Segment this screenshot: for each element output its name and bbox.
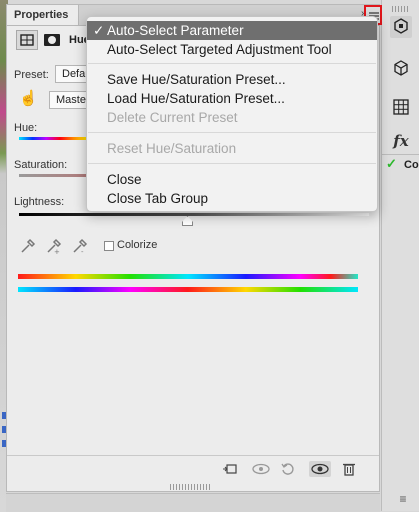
menu-item-load-preset[interactable]: Load Hue/Saturation Preset... [87,89,377,108]
menu-separator [88,132,376,133]
lightness-label: Lightness: [14,196,65,208]
menu-item-auto-select-parameter[interactable]: ✓ Auto-Select Parameter [87,21,377,40]
hue-label: Hue: [14,122,38,134]
preset-label: Preset: [14,69,49,81]
3d-cube-icon[interactable] [390,58,412,80]
reset-icon[interactable] [279,461,297,477]
menu-item-close-tab-group[interactable]: Close Tab Group [87,189,377,208]
panel-bottom-toolbar [7,455,379,482]
adjustment-grid-icon[interactable] [16,30,38,50]
trash-icon[interactable] [340,461,358,477]
right-panel-dock: fx ✓ Co ≡ [381,0,419,511]
checkmark-icon: ✓ [93,23,105,38]
eyedropper-icon[interactable] [19,237,37,255]
svg-text:+: + [54,248,60,255]
hue-slider[interactable] [19,137,87,140]
menu-item-reset: Reset Hue/Saturation [107,141,237,156]
dock-panel-label: Co [404,159,419,171]
colorize-checkbox[interactable] [104,241,114,251]
saturation-label: Saturation: [14,159,68,171]
targeted-adjustment-hand-icon[interactable]: ☝ [19,90,38,108]
menu-item-close[interactable]: Close [87,170,377,189]
resize-grip-icon[interactable] [170,484,210,490]
dock-divider [382,154,419,155]
colorize-label: Colorize [117,239,158,251]
tab-properties[interactable]: Properties [7,5,79,25]
view-previous-icon[interactable] [251,461,270,477]
eyedropper-minus-icon[interactable]: - [71,237,89,256]
menu-item-delete-preset: Delete Current Preset [107,110,238,125]
check-icon: ✓ [386,156,397,171]
dock-menu-icon[interactable]: ≡ [390,492,416,508]
panel-footer-strip [6,493,380,512]
clip-to-layer-icon[interactable] [221,461,239,477]
menu-item-save-preset[interactable]: Save Hue/Saturation Preset... [87,70,377,89]
eyedropper-plus-icon[interactable]: + [45,237,63,256]
layer-mask-icon[interactable] [41,30,63,50]
panel-flyout-menu: ✓ Auto-Select Parameter Auto-Select Targ… [86,16,378,212]
saturation-slider[interactable] [19,174,87,177]
swatches-grid-icon[interactable] [390,98,412,120]
input-color-spectrum [18,274,358,279]
layer-style-fx-icon[interactable]: fx [390,130,412,152]
output-color-spectrum [18,287,358,292]
visibility-icon[interactable] [309,461,331,477]
dock-grip-icon[interactable] [392,6,410,12]
menu-item-label: Auto-Select Parameter [107,23,244,38]
svg-text:-: - [81,248,84,255]
menu-separator [88,163,376,164]
lightness-slider-thumb[interactable] [182,216,193,226]
menu-item-auto-select-targeted-adjustment-tool[interactable]: Auto-Select Targeted Adjustment Tool [87,40,377,59]
menu-separator [88,63,376,64]
lightness-slider[interactable] [19,213,369,216]
adjustments-panel-icon[interactable] [390,16,412,38]
